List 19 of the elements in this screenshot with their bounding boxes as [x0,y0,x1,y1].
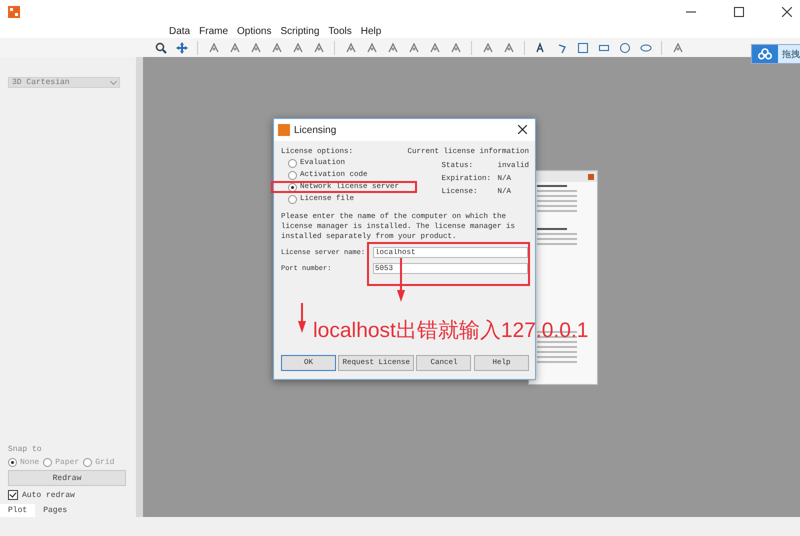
auto-redraw-checkbox[interactable]: Auto redraw [8,490,136,500]
close-icon[interactable] [782,7,792,17]
menu-item[interactable]: Scripting [280,26,320,36]
app-icon [278,124,290,136]
dialog-title: Licensing [294,124,336,136]
widget-label: 拖拽 [782,48,800,60]
menu-item[interactable]: Tools [327,26,353,36]
menu-item[interactable]: Data [168,26,192,36]
redraw-button[interactable]: Redraw [8,470,126,486]
arrow-icon [298,303,306,333]
menu-item[interactable]: Frame [198,26,230,36]
panel-tab[interactable]: Plot [0,504,36,517]
snap-label: Snap to [8,445,43,454]
arrow-icon [397,258,405,302]
menu-item[interactable]: Options [236,26,272,36]
side-widget[interactable]: 拖拽 [751,44,800,64]
app-icon [8,6,20,18]
menu-item[interactable]: Help [360,26,382,36]
maximize-icon[interactable] [734,7,744,17]
